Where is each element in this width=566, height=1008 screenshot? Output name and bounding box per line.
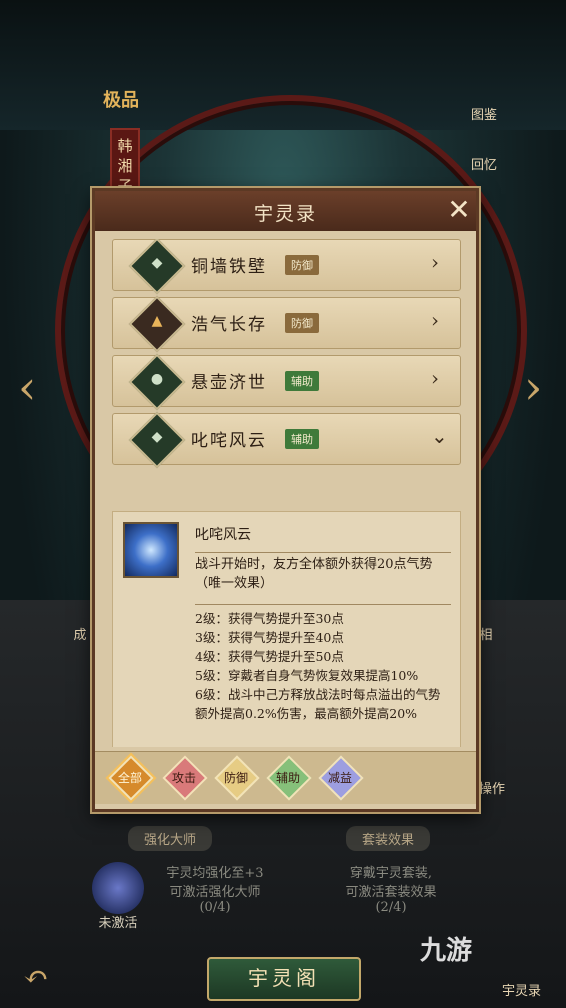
enhance-master-status: 未激活 [98,916,138,931]
detail-name: 叱咤风云 [195,527,251,543]
crest-icon: ▲ [128,295,186,353]
dialog-title: 宇灵录 [253,203,317,225]
prev-arrow-icon[interactable]: ‹ [18,360,36,414]
set-effect-text: 穿戴宇灵套装, 可激活套装效果 (2/4) [345,866,437,915]
yuling-list[interactable]: ◆ 铜墙铁壁 防御 › ▲ 浩气长存 防御 › ● 悬壶济世 辅助 › ◆ 叱咤… [109,239,462,747]
codex-button[interactable]: 图鉴 [464,104,504,123]
list-item[interactable]: ● 悬壶济世 辅助 › [112,353,461,411]
filter-defense[interactable]: 防御 [214,755,260,801]
back-arrow-icon[interactable]: ↶ [12,958,60,998]
rank-label: 极品 [103,90,139,111]
filter-attack[interactable]: 攻击 [162,755,208,801]
wind-icon: ◆ [128,411,186,469]
yuling-pavilion-button[interactable]: 宇灵阁 [207,957,361,1001]
teapot-icon: ● [128,353,186,411]
tag-badge: 防御 [285,255,319,275]
tag-badge: 辅助 [285,429,319,449]
filter-debuff[interactable]: 减益 [318,755,364,801]
enhance-master-text: 宇灵均强化至+3 可激活强化大师 (0/4) [166,866,264,915]
set-effect-header: 套装效果 [346,826,431,851]
yuling-record-corner-button[interactable]: 宇灵录 [502,980,541,999]
level-line: 6级：战斗中己方释放战法时每点溢出的气势额外提高0.2%伤害，最高额外提高20% [195,687,441,721]
right-mid-button[interactable]: 相 [476,624,496,643]
level-line: 2级：获得气势提升至30点 [195,611,344,626]
shield-icon: ◆ [128,239,186,295]
level-line: 5级：穿戴者自身气势恢复效果提高10% [195,668,419,683]
chevron-right-icon: › [431,308,439,332]
enhance-master-icon [92,862,144,914]
tag-badge: 防御 [285,313,319,333]
memory-button[interactable]: 回忆 [464,154,504,173]
wind-icon [123,522,179,578]
level-line: 3级：获得气势提升至40点 [195,630,344,645]
close-icon[interactable]: ✕ [444,194,474,226]
chevron-right-icon: › [431,250,439,274]
yuling-record-dialog: 宇灵录 ✕ ◆ 铜墙铁壁 防御 › ▲ 浩气长存 防御 › ● 悬壶济世 辅助 … [92,188,479,812]
list-item[interactable]: ▲ 浩气长存 防御 › [112,295,461,353]
watermark-logo: 九游 [420,936,473,966]
filter-bar: 全部 攻击 防御 辅助 减益 [95,751,476,804]
left-mid-button[interactable]: 成 [70,624,90,643]
chevron-right-icon: › [431,366,439,390]
filter-all[interactable]: 全部 [108,755,154,801]
item-detail-panel: 叱咤风云 战斗开始时，友方全体额外获得20点气势（唯一效果） 2级：获得气势提升… [112,511,461,747]
tag-badge: 辅助 [285,371,319,391]
detail-levels: 2级：获得气势提升至30点 3级：获得气势提升至40点 4级：获得气势提升至50… [195,604,451,723]
operate-button[interactable]: 操作 [476,778,508,797]
filter-support[interactable]: 辅助 [266,755,312,801]
enhance-master-header: 强化大师 [128,826,213,851]
list-item[interactable]: ◆ 叱咤风云 辅助 ⌄ [112,411,461,469]
chevron-down-icon: ⌄ [431,424,448,448]
next-arrow-icon[interactable]: › [524,360,542,414]
level-line: 4级：获得气势提升至50点 [195,649,344,664]
list-item[interactable]: ◆ 铜墙铁壁 防御 › [112,239,461,295]
detail-description: 战斗开始时，友方全体额外获得20点气势（唯一效果） [195,552,451,593]
